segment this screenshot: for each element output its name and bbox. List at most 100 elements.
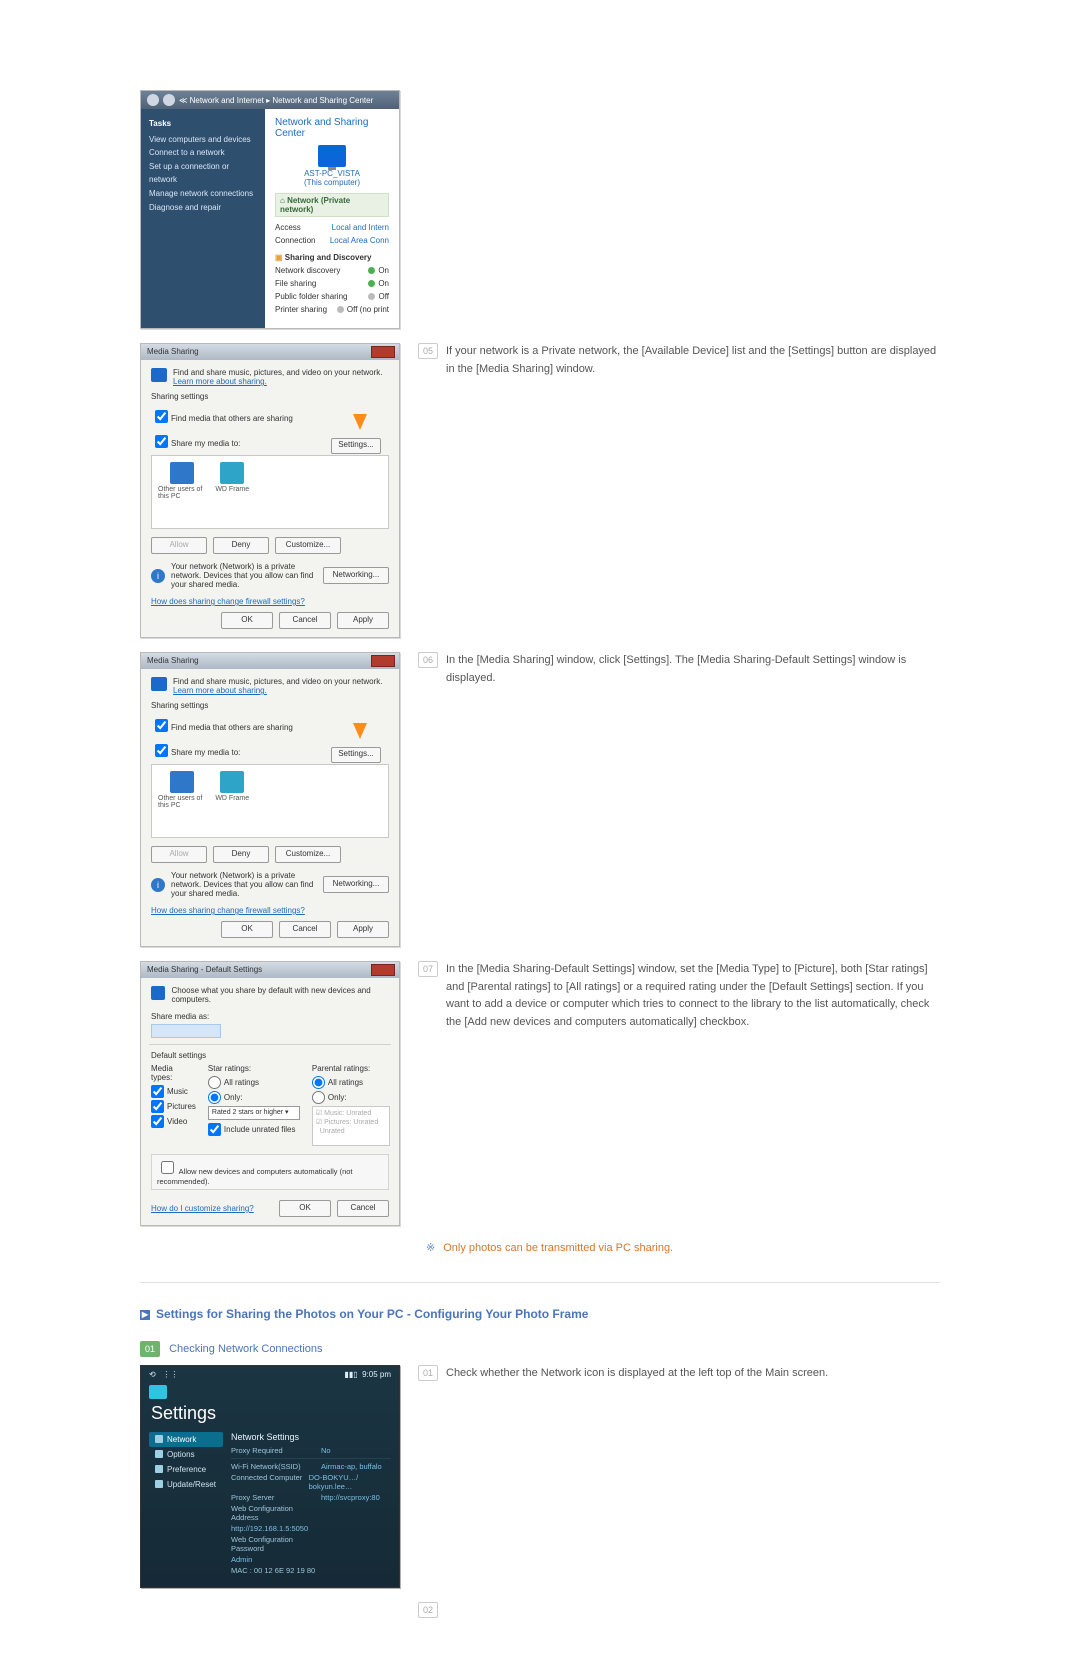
task-link[interactable]: Diagnose and repair [149, 201, 257, 215]
customize-button[interactable]: Customize... [275, 537, 341, 554]
task-link[interactable]: Set up a connection or network [149, 160, 257, 187]
share-as-field[interactable] [151, 1024, 221, 1038]
menu-network[interactable]: Network [149, 1432, 223, 1447]
parental-only-radio[interactable] [312, 1091, 325, 1104]
slider-icon [155, 1465, 163, 1473]
ok-button[interactable]: OK [279, 1200, 331, 1217]
networking-button[interactable]: Networking... [323, 876, 389, 893]
parental-listbox[interactable]: ☑ Music: Unrated ☑ Pictures: Unrated Unr… [312, 1106, 390, 1146]
menu-preference[interactable]: Preference [149, 1462, 223, 1477]
step-text: In the [Media Sharing-Default Settings] … [446, 961, 940, 1031]
callout-arrow-icon [353, 723, 367, 739]
network-icon [149, 1385, 167, 1399]
media-sharing-window: Media Sharing Find and share music, pict… [140, 343, 400, 638]
settings-button[interactable]: Settings... [331, 438, 381, 454]
settings-button[interactable]: Settings... [331, 747, 381, 763]
star-only-radio[interactable] [208, 1091, 221, 1104]
breadcrumb: ≪ Network and Internet ▸ Network and Sha… [179, 96, 373, 105]
cancel-button[interactable]: Cancel [279, 612, 331, 629]
step-number: 05 [418, 343, 438, 359]
note-text: ※Only photos can be transmitted via PC s… [426, 1240, 673, 1258]
globe-icon [155, 1435, 163, 1443]
find-media-checkbox[interactable] [155, 719, 168, 732]
step-number: 06 [418, 652, 438, 668]
section-title: ▶Settings for Sharing the Photos on Your… [140, 1307, 940, 1321]
tasks-pane: Tasks View computers and devices Connect… [141, 109, 265, 328]
allow-button[interactable]: Allow [151, 537, 207, 554]
networking-button[interactable]: Networking... [323, 567, 389, 584]
frame-top-left: ⟲ ⋮⋮ [149, 1370, 178, 1379]
refresh-icon [155, 1480, 163, 1488]
panel-heading: Network Settings [231, 1432, 391, 1442]
device-other-users[interactable]: Other users of this PC [158, 462, 206, 500]
customize-button[interactable]: Customize... [275, 846, 341, 863]
music-checkbox[interactable] [151, 1085, 164, 1098]
share-media-checkbox[interactable] [155, 435, 168, 448]
cancel-button[interactable]: Cancel [337, 1200, 389, 1217]
ok-button[interactable]: OK [221, 921, 273, 938]
substep-number: 01 [140, 1341, 160, 1357]
include-unrated-checkbox[interactable] [208, 1123, 221, 1136]
firewall-link[interactable]: How does sharing change firewall setting… [151, 906, 305, 915]
info-icon: i [151, 878, 165, 892]
media-icon [151, 368, 167, 382]
allow-button[interactable]: Allow [151, 846, 207, 863]
task-link[interactable]: Connect to a network [149, 146, 257, 160]
clock: 9:05 pm [362, 1370, 391, 1379]
how-customize-link[interactable]: How do I customize sharing? [151, 1204, 254, 1213]
pictures-checkbox[interactable] [151, 1100, 164, 1113]
apply-button[interactable]: Apply [337, 921, 389, 938]
menu-options[interactable]: Options [149, 1447, 223, 1462]
menu-update-reset[interactable]: Update/Reset [149, 1477, 223, 1492]
device-other-users[interactable]: Other users of this PC [158, 771, 206, 809]
settings-menu: Network Options Preference Update/Reset [149, 1432, 223, 1577]
device-wd-frame[interactable]: WD Frame [208, 462, 256, 493]
task-link[interactable]: Manage network connections [149, 187, 257, 201]
step-number: 02 [418, 1602, 438, 1618]
photo-frame-settings-screen: ⟲ ⋮⋮ ▮▮▯ 9:05 pm Settings Network Option… [140, 1365, 400, 1588]
media-icon [151, 986, 165, 1000]
deny-button[interactable]: Deny [213, 846, 269, 863]
task-link[interactable]: View computers and devices [149, 133, 257, 147]
panel-heading: Network and Sharing Center [275, 117, 389, 139]
close-icon[interactable] [371, 655, 395, 667]
computer-icon [318, 145, 346, 167]
nav-fwd-icon[interactable] [163, 94, 175, 106]
media-icon [151, 677, 167, 691]
section-bullet-icon: ▶ [140, 1310, 150, 1320]
video-checkbox[interactable] [151, 1115, 164, 1128]
share-media-checkbox[interactable] [155, 744, 168, 757]
step-text: Check whether the Network icon is displa… [446, 1365, 828, 1383]
apply-button[interactable]: Apply [337, 612, 389, 629]
screen-title: Settings [141, 1399, 399, 1432]
close-icon[interactable] [371, 964, 395, 976]
ok-button[interactable]: OK [221, 612, 273, 629]
step-text: In the [Media Sharing] window, click [Se… [446, 652, 940, 687]
cancel-button[interactable]: Cancel [279, 921, 331, 938]
wrench-icon [155, 1450, 163, 1458]
auto-add-checkbox[interactable] [161, 1161, 174, 1174]
star-all-radio[interactable] [208, 1076, 221, 1089]
battery-icon: ▮▮▯ [344, 1370, 357, 1379]
nav-back-icon[interactable] [147, 94, 159, 106]
callout-arrow-icon [353, 414, 367, 430]
step-text: If your network is a Private network, th… [446, 343, 940, 378]
network-band: ⌂ Network (Private network) [275, 193, 389, 217]
firewall-link[interactable]: How does sharing change firewall setting… [151, 597, 305, 606]
close-icon[interactable] [371, 346, 395, 358]
parental-all-radio[interactable] [312, 1076, 325, 1089]
media-sharing-default-settings-window: Media Sharing - Default Settings Choose … [140, 961, 400, 1226]
substep-title: Checking Network Connections [169, 1343, 322, 1355]
share-icon: ▣ [275, 253, 285, 262]
learn-more-link[interactable]: Learn more about sharing. [173, 686, 382, 695]
step-number: 01 [418, 1365, 438, 1381]
device-wd-frame[interactable]: WD Frame [208, 771, 256, 802]
learn-more-link[interactable]: Learn more about sharing. [173, 377, 382, 386]
find-media-checkbox[interactable] [155, 410, 168, 423]
deny-button[interactable]: Deny [213, 537, 269, 554]
star-select[interactable]: Rated 2 stars or higher ▾ [208, 1106, 300, 1120]
house-icon: ⌂ [280, 196, 287, 205]
media-sharing-window-2: Media Sharing Find and share music, pict… [140, 652, 400, 947]
info-icon: i [151, 569, 165, 583]
network-sharing-center-window: ≪ Network and Internet ▸ Network and Sha… [140, 90, 400, 329]
